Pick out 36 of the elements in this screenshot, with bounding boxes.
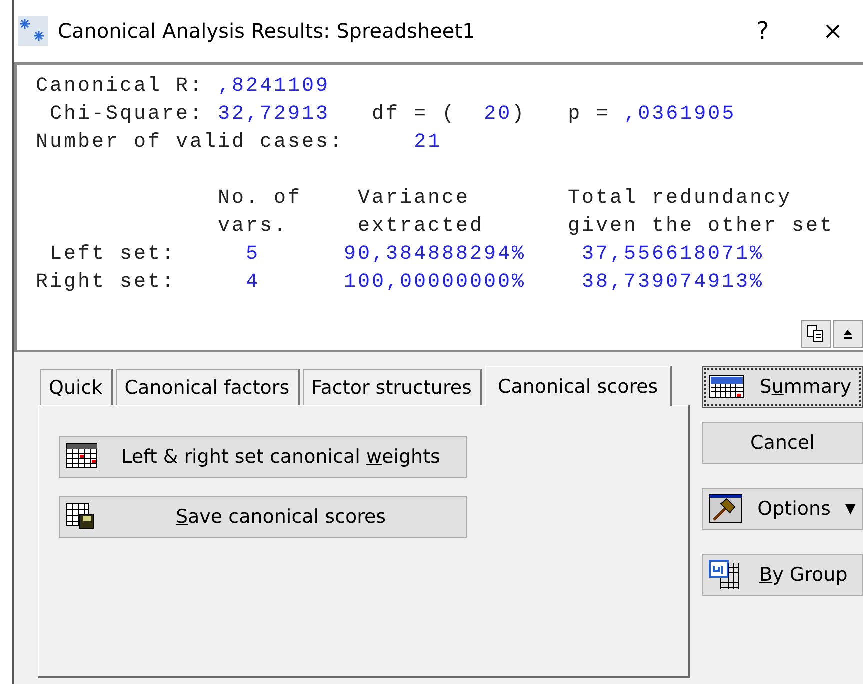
- options-button[interactable]: Options ▼: [702, 488, 863, 530]
- copy-button[interactable]: [801, 320, 831, 348]
- output-line: Number of valid cases: 21: [36, 130, 444, 156]
- table-cell-text: 100,00000000%: [344, 270, 528, 296]
- row-label: Right set:: [36, 270, 176, 296]
- close-button[interactable]: ×: [803, 17, 863, 45]
- tab[interactable]: Canonical scores: [484, 366, 672, 406]
- row-label: Left set:: [48, 242, 176, 268]
- summary-button[interactable]: Summary: [702, 366, 863, 408]
- action-button[interactable]: Left & right set canonical weights: [59, 436, 467, 478]
- caret-icon: ▼: [845, 501, 856, 517]
- copy-icon: [807, 325, 825, 343]
- tab[interactable]: Canonical factors: [116, 369, 300, 405]
- group-button[interactable]: By Group: [702, 554, 863, 596]
- collapse-button[interactable]: [833, 320, 863, 348]
- tab[interactable]: Quick: [40, 369, 113, 405]
- group-table-icon: [709, 560, 742, 590]
- column-header: Variance extracted: [358, 186, 486, 240]
- column-header: Total redundancy given the other set: [568, 186, 834, 240]
- table-cell-text: 4: [244, 270, 260, 296]
- tab[interactable]: Factor structures: [302, 369, 482, 405]
- output-line: Canonical R: ,8241109: [36, 74, 332, 100]
- output-line: Chi-Square: 32,72913 df = ( 20) p = ,0361905: [49, 102, 738, 128]
- table-cell-text: 5: [244, 242, 260, 268]
- window-title: Canonical Analysis Results: Spreadsheet1: [58, 19, 476, 43]
- column-header: No. of vars.: [218, 186, 304, 240]
- snowflake-icon: [18, 16, 48, 46]
- hammer-icon: [709, 494, 744, 524]
- plain-button[interactable]: Cancel: [702, 422, 863, 464]
- help-button[interactable]: ?: [733, 17, 793, 45]
- table-cell-text: 90,384888294%: [344, 242, 528, 268]
- table-cell-text: 38,739074913%: [582, 270, 764, 296]
- table-icon: [709, 375, 746, 399]
- action-button[interactable]: Save canonical scores: [59, 496, 467, 538]
- table-cell-text: 37,556618071%: [582, 242, 764, 268]
- collapse-icon: [842, 328, 854, 340]
